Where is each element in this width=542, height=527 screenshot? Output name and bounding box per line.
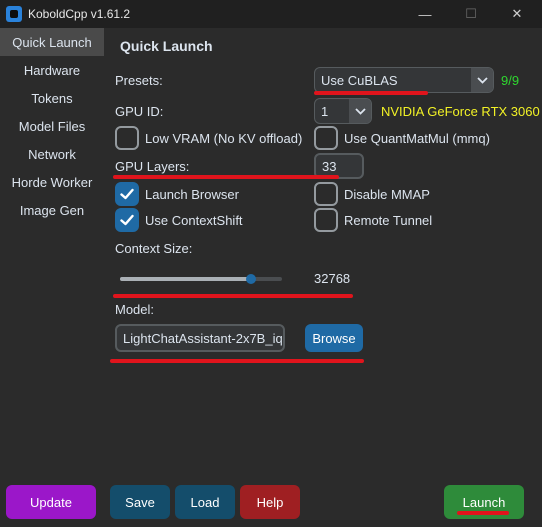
presets-value: Use CuBLAS	[321, 72, 398, 88]
annotation-underline	[113, 294, 353, 298]
browse-button[interactable]: Browse	[305, 324, 363, 352]
contextshift-checkbox[interactable]: Use ContextShift	[115, 208, 243, 232]
window-title: KoboldCpp v1.61.2	[28, 7, 131, 21]
gpu-id-value: 1	[321, 103, 329, 119]
maximize-icon[interactable]: ☐	[448, 0, 494, 28]
chevron-down-icon[interactable]	[349, 99, 371, 123]
close-icon[interactable]: ✕	[494, 0, 540, 28]
launch-browser-checkbox[interactable]: Launch Browser	[115, 182, 239, 206]
annotation-underline	[457, 511, 509, 515]
sidebar: Quick Launch Hardware Tokens Model Files…	[0, 28, 104, 478]
slider-handle[interactable]	[246, 274, 257, 284]
checkbox-box[interactable]	[314, 182, 338, 206]
preset-count: 9/9	[501, 73, 520, 88]
checkmark-icon	[120, 214, 134, 226]
save-button[interactable]: Save	[110, 485, 170, 519]
sidebar-item-image-gen[interactable]: Image Gen	[0, 196, 104, 224]
sidebar-item-model-files[interactable]: Model Files	[0, 112, 104, 140]
sidebar-item-hardware[interactable]: Hardware	[0, 56, 104, 84]
sidebar-item-network[interactable]: Network	[0, 140, 104, 168]
sidebar-item-tokens[interactable]: Tokens	[0, 84, 104, 112]
model-path-input[interactable]: LightChatAssistant-2x7B_iq	[115, 324, 285, 352]
remote-tunnel-label: Remote Tunnel	[344, 212, 433, 228]
gpu-layers-label: GPU Layers:	[115, 159, 190, 174]
sidebar-item-quick-launch[interactable]: Quick Launch	[0, 28, 104, 56]
presets-label: Presets:	[115, 73, 163, 88]
annotation-underline	[314, 91, 428, 95]
chevron-down-icon[interactable]	[471, 68, 493, 92]
context-size-label: Context Size:	[115, 241, 193, 256]
update-button[interactable]: Update	[6, 485, 96, 519]
page-title: Quick Launch	[120, 38, 213, 54]
checkbox-box[interactable]	[115, 182, 139, 206]
launch-browser-label: Launch Browser	[145, 186, 239, 202]
context-size-value: 32768	[314, 271, 351, 286]
footer-bar: Update Save Load Help Launch	[0, 478, 542, 527]
quantmatmul-label: Use QuantMatMul (mmq)	[344, 130, 490, 146]
gpu-id-label: GPU ID:	[115, 104, 164, 119]
annotation-underline	[113, 175, 339, 179]
main-panel: Quick Launch Presets: Use CuBLAS 9/9 GPU…	[104, 28, 542, 478]
annotation-underline	[110, 359, 364, 363]
checkmark-icon	[120, 188, 134, 200]
sidebar-item-horde-worker[interactable]: Horde Worker	[0, 168, 104, 196]
model-label: Model:	[115, 302, 155, 317]
checkbox-box[interactable]	[314, 208, 338, 232]
contextshift-label: Use ContextShift	[145, 212, 243, 228]
gpu-name: NVIDIA GeForce RTX 3060	[381, 104, 540, 119]
quantmatmul-checkbox[interactable]: Use QuantMatMul (mmq)	[314, 126, 490, 150]
remote-tunnel-checkbox[interactable]: Remote Tunnel	[314, 208, 432, 232]
app-icon	[6, 6, 22, 22]
checkbox-box[interactable]	[115, 126, 139, 150]
gpu-id-dropdown[interactable]: 1	[314, 98, 372, 124]
context-size-slider[interactable]	[120, 277, 282, 281]
load-button[interactable]: Load	[175, 485, 235, 519]
checkbox-box[interactable]	[314, 126, 338, 150]
low-vram-label: Low VRAM (No KV offload)	[145, 130, 303, 146]
disable-mmap-checkbox[interactable]: Disable MMAP	[314, 182, 430, 206]
slider-fill	[120, 277, 252, 281]
presets-dropdown[interactable]: Use CuBLAS	[314, 67, 494, 93]
checkbox-box[interactable]	[115, 208, 139, 232]
help-button[interactable]: Help	[240, 485, 300, 519]
low-vram-checkbox[interactable]: Low VRAM (No KV offload)	[115, 126, 302, 150]
title-bar: KoboldCpp v1.61.2 — ☐ ✕	[0, 0, 542, 28]
minimize-icon[interactable]: —	[402, 0, 448, 28]
disable-mmap-label: Disable MMAP	[344, 186, 430, 202]
